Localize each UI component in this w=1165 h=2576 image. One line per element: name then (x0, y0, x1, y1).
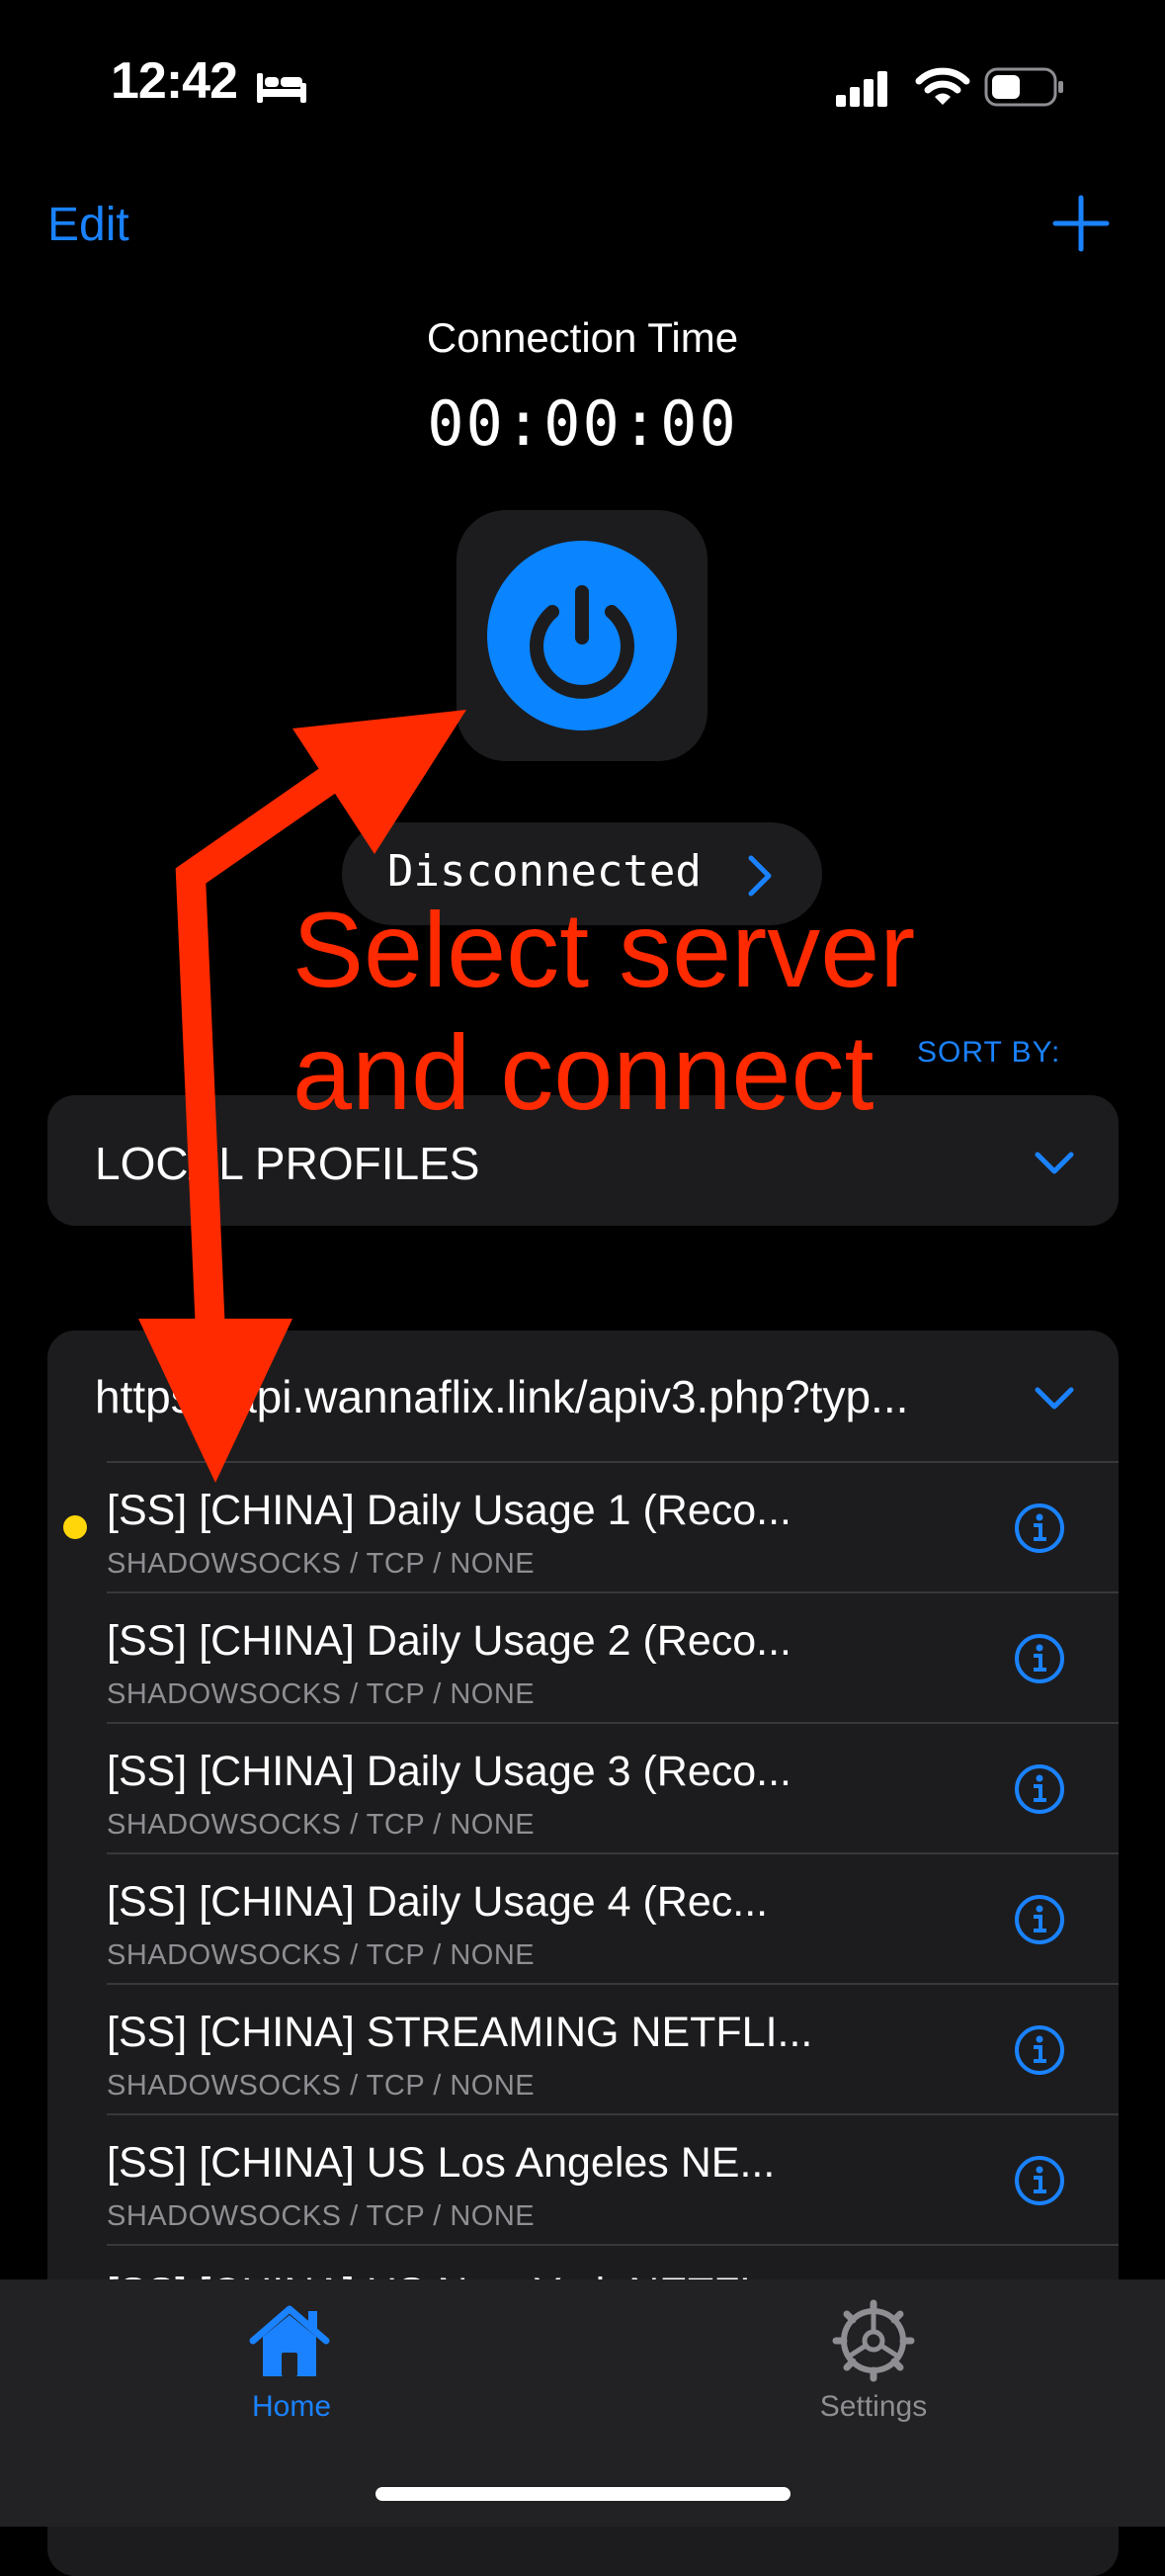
info-icon[interactable] (1014, 2155, 1065, 2206)
server-protocol: SHADOWSOCKS / TCP / NONE (107, 1548, 536, 1580)
chevron-down-icon[interactable] (1034, 1151, 1075, 1176)
server-row[interactable]: [SS] [CHINA] Daily Usage 1 (Reco... SHAD… (107, 1461, 1119, 1593)
server-name: [SS] [CHINA] Daily Usage 2 (Reco... (107, 1617, 791, 1665)
active-server-indicator (63, 1515, 87, 1539)
server-name: [SS] [CHINA] Daily Usage 4 (Rec... (107, 1878, 769, 1926)
server-row[interactable]: [SS] [CHINA] Daily Usage 3 (Reco... SHAD… (107, 1722, 1119, 1854)
server-name: [SS] [CHINA] Daily Usage 1 (Reco... (107, 1487, 791, 1534)
server-protocol: SHADOWSOCKS / TCP / NONE (107, 1678, 536, 1710)
info-icon[interactable] (1014, 1894, 1065, 1945)
tab-settings[interactable]: Settings (794, 2291, 953, 2430)
server-name: [SS] [CHINA] STREAMING NETFLI... (107, 2009, 813, 2056)
gear-icon (832, 2299, 915, 2382)
cellular-signal-icon (836, 71, 887, 107)
power-icon (530, 585, 634, 699)
info-icon[interactable] (1014, 2024, 1065, 2076)
info-icon[interactable] (1014, 1763, 1065, 1815)
status-time: 12:42 (111, 52, 238, 110)
tab-home-label: Home (251, 2390, 332, 2423)
tab-home[interactable]: Home (227, 2291, 356, 2430)
annotation-text: and connect (292, 1012, 874, 1132)
connection-timer: 00:00:00 (427, 387, 738, 460)
server-row[interactable]: [SS] [CHINA] STREAMING NETFLI... SHADOWS… (107, 1983, 1119, 2115)
server-row[interactable]: [SS] [CHINA] US Los Angeles NE... SHADOW… (107, 2113, 1119, 2246)
server-row[interactable]: [SS] [CHINA] Daily Usage 4 (Rec... SHADO… (107, 1852, 1119, 1985)
edit-button[interactable]: Edit (47, 198, 129, 252)
server-name: [SS] [CHINA] Daily Usage 3 (Reco... (107, 1748, 791, 1795)
tab-settings-label: Settings (819, 2390, 928, 2423)
info-icon[interactable] (1014, 1503, 1065, 1554)
house-icon (249, 2305, 330, 2376)
sleep-focus-icon (257, 73, 306, 103)
home-indicator (375, 2487, 791, 2501)
annotation-text: Select server (292, 890, 916, 1009)
server-protocol: SHADOWSOCKS / TCP / NONE (107, 2070, 536, 2102)
server-protocol: SHADOWSOCKS / TCP / NONE (107, 1809, 536, 1841)
connection-time-label: Connection Time (426, 314, 739, 361)
server-name: [SS] [CHINA] US Los Angeles NE... (107, 2139, 776, 2187)
battery-icon (984, 67, 1063, 107)
local-profiles-label: LOCAL PROFILES (95, 1138, 480, 1189)
add-button[interactable] (1051, 194, 1111, 253)
chevron-down-icon[interactable] (1034, 1386, 1075, 1412)
server-row[interactable]: [SS] [CHINA] Daily Usage 2 (Reco... SHAD… (107, 1591, 1119, 1724)
sort-by-button[interactable]: SORT BY: (917, 1036, 1060, 1070)
server-protocol: SHADOWSOCKS / TCP / NONE (107, 1939, 536, 1971)
power-button[interactable] (487, 541, 677, 730)
subscription-url[interactable]: https://api.wannaflix.link/apiv3.php?typ… (95, 1370, 1014, 1423)
info-icon[interactable] (1014, 1633, 1065, 1684)
wifi-icon (915, 67, 970, 105)
server-protocol: SHADOWSOCKS / TCP / NONE (107, 2200, 536, 2232)
